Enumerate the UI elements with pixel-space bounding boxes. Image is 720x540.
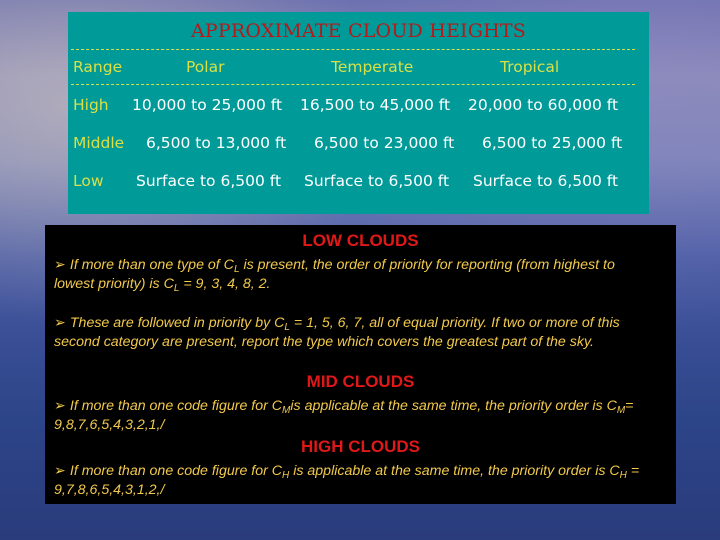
low-clouds-heading: LOW CLOUDS: [302, 231, 419, 250]
cloud-heights-table: APPROXIMATE CLOUD HEIGHTS Range Polar Te…: [68, 12, 649, 214]
range-label: Middle: [73, 134, 125, 152]
table-row: Low Surface to 6,500 ft Surface to 6,500…: [68, 172, 649, 192]
table-row: Middle 6,500 to 13,000 ft 6,500 to 23,00…: [68, 134, 649, 154]
polar-value: 6,500 to 13,000 ft: [146, 134, 287, 152]
table-row: High 10,000 to 25,000 ft 16,500 to 45,00…: [68, 96, 649, 116]
header-tropical: Tropical: [500, 58, 560, 76]
dashed-divider: [71, 49, 635, 50]
polar-value: 10,000 to 25,000 ft: [132, 96, 283, 114]
high-clouds-priority-text: ➢ If more than one code figure for CH is …: [54, 463, 640, 498]
header-temperate: Temperate: [331, 58, 414, 76]
dashed-divider: [71, 84, 635, 85]
range-label: Low: [73, 172, 104, 190]
temperate-value: 6,500 to 23,000 ft: [314, 134, 455, 152]
temperate-value: Surface to 6,500 ft: [304, 172, 450, 190]
cloud-priority-panel: LOW CLOUDS ➢ If more than one type of CL …: [45, 225, 676, 504]
low-clouds-secondary-text: ➢ These are followed in priority by CL = …: [54, 315, 620, 350]
tropical-value: 20,000 to 60,000 ft: [468, 96, 619, 114]
arrow-bullet-icon: ➢: [54, 315, 66, 331]
polar-value: Surface to 6,500 ft: [136, 172, 282, 190]
low-clouds-priority-text: ➢ If more than one type of CL is present,…: [54, 257, 615, 294]
arrow-bullet-icon: ➢: [54, 257, 66, 273]
tropical-value: 6,500 to 25,000 ft: [482, 134, 623, 152]
tropical-value: Surface to 6,500 ft: [473, 172, 619, 190]
range-label: High: [73, 96, 109, 114]
mid-clouds-priority-text: ➢ If more than one code figure for CMis a…: [54, 398, 634, 433]
mid-clouds-heading: MID CLOUDS: [306, 372, 415, 391]
header-range: Range: [73, 58, 123, 76]
header-polar: Polar: [186, 58, 225, 76]
table-header-row: Range Polar Temperate Tropical: [68, 58, 649, 78]
temperate-value: 16,500 to 45,000 ft: [300, 96, 451, 114]
high-clouds-heading: HIGH CLOUDS: [301, 437, 420, 456]
table-title: APPROXIMATE CLOUD HEIGHTS: [191, 20, 526, 42]
arrow-bullet-icon: ➢: [54, 463, 66, 479]
arrow-bullet-icon: ➢: [54, 398, 66, 414]
